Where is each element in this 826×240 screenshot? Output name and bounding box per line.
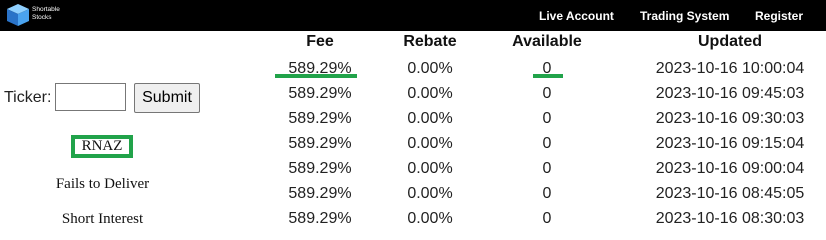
cube-logo-icon: [7, 4, 29, 26]
rebate-cell: 0.00%: [407, 135, 453, 152]
updated-cell: 2023-10-16 09:45:03: [655, 85, 805, 102]
fee-cell: 589.29%: [288, 185, 352, 202]
updated-cell: 2023-10-16 10:00:04: [655, 60, 805, 77]
site-logo[interactable]: Shortable Stocks: [6, 3, 86, 29]
updated-cell: 2023-10-16 08:45:05: [655, 185, 805, 202]
submit-button[interactable]: Submit: [134, 83, 200, 113]
current-ticker-highlight: RNAZ: [71, 135, 133, 158]
rebate-cell: 0.00%: [407, 60, 453, 77]
updated-cell: 2023-10-16 09:30:03: [655, 110, 805, 127]
available-highlight-underline: [533, 74, 563, 78]
rebate-cell: 0.00%: [407, 110, 453, 127]
rebate-cell: 0.00%: [407, 85, 453, 102]
updated-cell: 2023-10-16 08:30:03: [655, 210, 805, 227]
available-cell: 0: [542, 160, 552, 177]
available-cell: 0: [542, 210, 552, 227]
short-interest-link[interactable]: Short Interest: [0, 211, 205, 228]
updated-cell: 2023-10-16 09:15:04: [655, 135, 805, 152]
column-header-updated: Updated: [698, 33, 762, 50]
fails-to-deliver-link[interactable]: Fails to Deliver: [0, 176, 205, 193]
nav-live-account[interactable]: Live Account: [539, 0, 614, 31]
available-cell: 0: [542, 135, 552, 152]
ticker-sidebar: Ticker: Submit RNAZ Fails to Deliver Sho…: [0, 31, 205, 233]
top-navbar: Shortable Stocks Live Account Trading Sy…: [0, 0, 826, 31]
ticker-label: Ticker:: [4, 89, 52, 106]
column-header-rebate: Rebate: [403, 33, 457, 50]
fee-highlight-underline: [275, 74, 357, 78]
nav-trading-system[interactable]: Trading System: [640, 0, 729, 31]
available-cell: 0: [542, 85, 552, 102]
fee-cell: 589.29%: [288, 160, 352, 177]
updated-cell: 2023-10-16 09:00:04: [655, 160, 805, 177]
ticker-input[interactable]: [55, 83, 126, 111]
rebate-cell: 0.00%: [407, 185, 453, 202]
rebate-cell: 0.00%: [407, 210, 453, 227]
fee-cell: 589.29%: [288, 210, 352, 227]
logo-text: Shortable Stocks: [32, 6, 60, 21]
fee-cell: 589.29%: [288, 135, 352, 152]
current-ticker: RNAZ: [81, 138, 123, 154]
fee-cell: 589.29%: [288, 85, 352, 102]
available-cell: 0: [542, 185, 552, 202]
fee-cell: 589.29%: [288, 110, 352, 127]
column-header-fee: Fee: [306, 33, 334, 50]
column-header-available: Available: [512, 33, 582, 50]
nav-register[interactable]: Register: [755, 0, 803, 31]
available-cell: 0: [542, 110, 552, 127]
rebate-cell: 0.00%: [407, 160, 453, 177]
